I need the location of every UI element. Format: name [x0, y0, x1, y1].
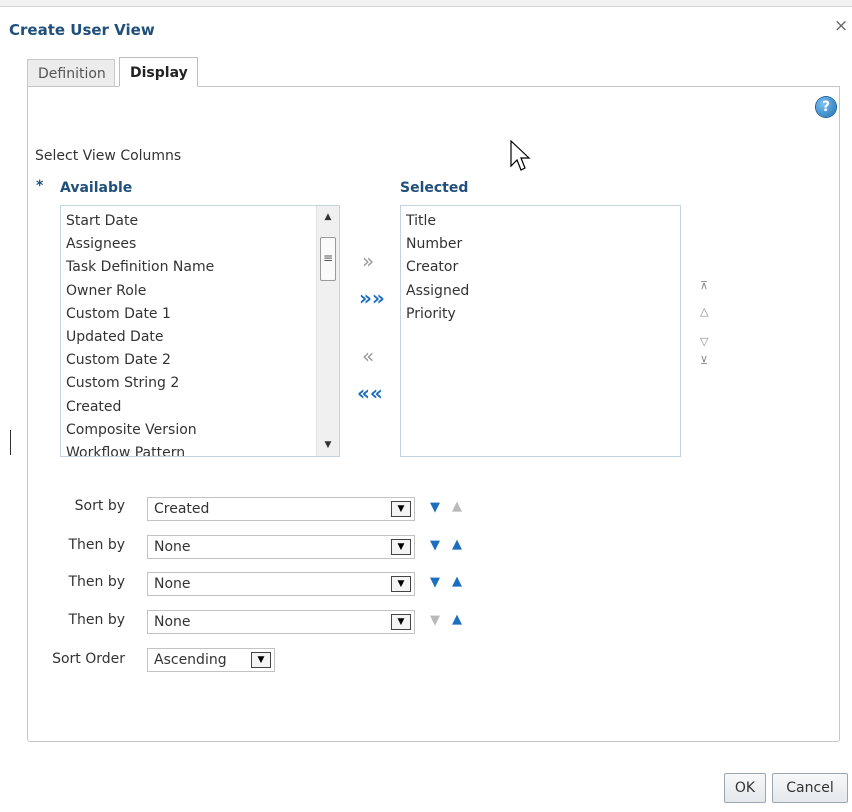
selected-item-priority[interactable]: Priority: [406, 303, 680, 326]
selected-label: Selected: [400, 180, 469, 196]
then-by-value-1: None: [154, 539, 191, 555]
background-strip: [0, 0, 852, 7]
remove-all-icon[interactable]: ««: [357, 383, 383, 403]
selected-item-title[interactable]: Title: [406, 210, 680, 233]
dialog-title: Create User View: [9, 21, 155, 39]
chevron-down-icon[interactable]: ▼: [391, 614, 411, 630]
chevron-down-icon[interactable]: ▼: [391, 576, 411, 592]
scroll-thumb[interactable]: ≡: [320, 237, 336, 281]
available-items: Start Date Assignees Task Definition Nam…: [61, 206, 339, 456]
window-edge-mark: [10, 430, 11, 455]
available-item-custom-string-2[interactable]: Custom String 2: [66, 372, 339, 395]
close-icon[interactable]: ×: [834, 16, 848, 36]
available-item-composite-version[interactable]: Composite Version: [66, 419, 339, 442]
chevron-down-icon[interactable]: ▼: [391, 539, 411, 555]
sort-order-select[interactable]: Ascending ▼: [147, 648, 275, 672]
available-item-updated-date[interactable]: Updated Date: [66, 326, 339, 349]
selected-columns-list[interactable]: Title Number Creator Assigned Priority: [400, 205, 681, 457]
then-by-label-1: Then by: [68, 537, 125, 553]
then-by-3-descending-icon[interactable]: ▼: [430, 614, 440, 628]
then-by-2-ascending-icon[interactable]: ▲: [452, 575, 462, 589]
move-top-icon[interactable]: ⊼: [700, 280, 708, 292]
then-by-label-3: Then by: [68, 612, 125, 628]
available-item-created[interactable]: Created: [66, 396, 339, 419]
sort-by-select[interactable]: Created ▼: [147, 497, 415, 521]
then-by-value-3: None: [154, 614, 191, 630]
selected-items: Title Number Creator Assigned Priority: [401, 206, 680, 326]
selected-item-number[interactable]: Number: [406, 233, 680, 256]
then-by-3-ascending-icon[interactable]: ▲: [452, 613, 462, 627]
tab-definition[interactable]: Definition: [27, 59, 115, 87]
selected-item-assigned[interactable]: Assigned: [406, 280, 680, 303]
sort-ascending-icon[interactable]: ▲: [452, 500, 462, 514]
sort-by-label: Sort by: [74, 498, 125, 514]
move-bottom-icon[interactable]: ⊻: [700, 355, 708, 367]
move-all-icon[interactable]: »»: [359, 288, 385, 308]
available-item-assignees[interactable]: Assignees: [66, 233, 339, 256]
move-down-icon[interactable]: ▽: [700, 336, 708, 348]
then-by-2-descending-icon[interactable]: ▼: [430, 576, 440, 590]
sort-descending-icon[interactable]: ▼: [430, 501, 440, 515]
sort-order-label: Sort Order: [52, 651, 125, 667]
then-by-value-2: None: [154, 576, 191, 592]
tab-display[interactable]: Display: [119, 57, 198, 87]
required-marker: *: [36, 178, 44, 194]
available-item-task-definition-name[interactable]: Task Definition Name: [66, 256, 339, 279]
available-columns-list[interactable]: Start Date Assignees Task Definition Nam…: [60, 205, 340, 457]
available-item-owner-role[interactable]: Owner Role: [66, 280, 339, 303]
cancel-button[interactable]: Cancel: [772, 773, 848, 803]
available-item-start-date[interactable]: Start Date: [66, 210, 339, 233]
ok-button[interactable]: OK: [724, 773, 766, 803]
available-item-custom-date-1[interactable]: Custom Date 1: [66, 303, 339, 326]
create-user-view-dialog: Create User View × Definition Display ? …: [0, 0, 852, 812]
then-by-1-descending-icon[interactable]: ▼: [430, 539, 440, 553]
available-item-custom-date-2[interactable]: Custom Date 2: [66, 349, 339, 372]
sort-order-value: Ascending: [154, 652, 227, 668]
then-by-select-2[interactable]: None ▼: [147, 572, 415, 596]
move-selected-icon[interactable]: »: [362, 251, 374, 271]
select-view-columns-label: Select View Columns: [35, 148, 182, 164]
scroll-down-icon[interactable]: ▼: [317, 436, 339, 454]
then-by-select-3[interactable]: None ▼: [147, 610, 415, 634]
move-up-icon[interactable]: △: [700, 306, 708, 318]
mouse-pointer-icon: [510, 140, 531, 171]
then-by-1-ascending-icon[interactable]: ▲: [452, 538, 462, 552]
selected-item-creator[interactable]: Creator: [406, 256, 680, 279]
then-by-select-1[interactable]: None ▼: [147, 535, 415, 559]
available-scrollbar[interactable]: ▲ ≡ ▼: [316, 206, 339, 456]
chevron-down-icon[interactable]: ▼: [391, 501, 411, 517]
available-item-workflow-pattern[interactable]: Workflow Pattern: [66, 442, 339, 456]
remove-selected-icon[interactable]: «: [362, 346, 374, 366]
available-label: Available: [60, 180, 133, 196]
help-icon[interactable]: ?: [816, 97, 836, 117]
scroll-up-icon[interactable]: ▲: [317, 208, 339, 226]
then-by-label-2: Then by: [68, 574, 125, 590]
sort-by-value: Created: [154, 501, 210, 517]
chevron-down-icon[interactable]: ▼: [251, 652, 271, 668]
